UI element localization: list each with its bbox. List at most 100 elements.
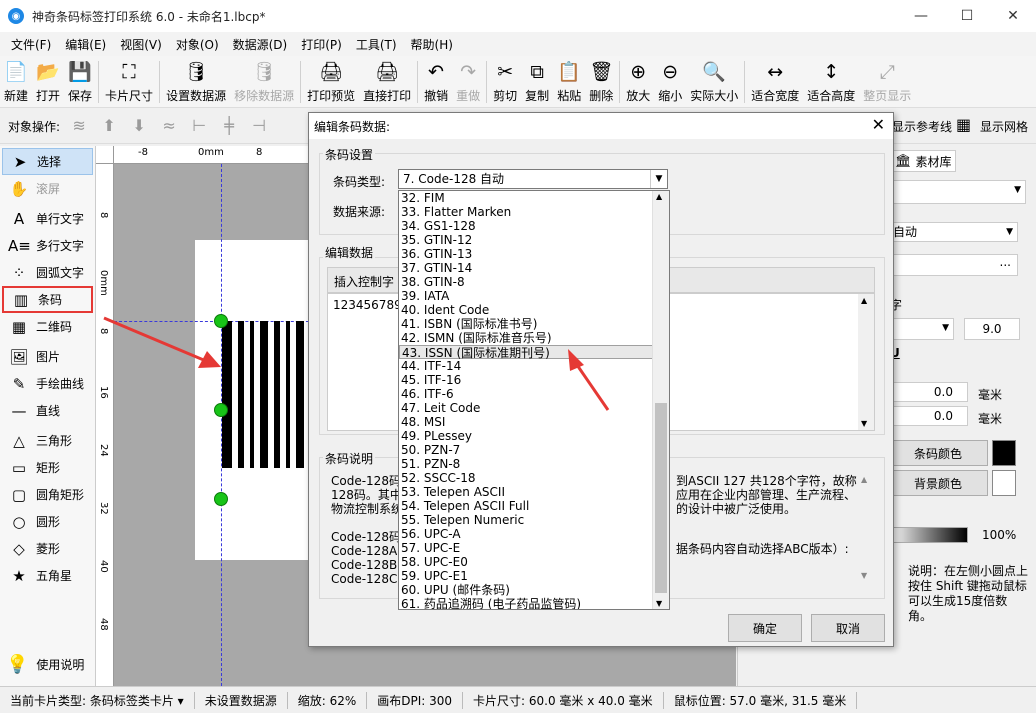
- align-left-icon[interactable]: ⊢: [188, 116, 210, 138]
- menu-item-1[interactable]: 编辑(E): [58, 36, 113, 53]
- barcode-type-option[interactable]: 51. PZN-8: [399, 457, 653, 471]
- desc-scroll-up-icon[interactable]: ▲: [861, 475, 867, 484]
- toolbar-zoom-in-button[interactable]: ⊕ 放大: [622, 56, 654, 108]
- status-item-0[interactable]: 当前卡片类型: 条码标签类卡片 ▾: [0, 691, 195, 709]
- barcode-type-option[interactable]: 34. GS1-128: [399, 219, 653, 233]
- desc-scroll-down-icon[interactable]: ▼: [861, 571, 867, 580]
- barcode-type-option[interactable]: 43. ISSN (国际标准期刊号): [399, 345, 653, 360]
- font-size-input[interactable]: 9.0: [964, 318, 1020, 340]
- tool-multi-line-text[interactable]: A≡ 多行文字: [2, 232, 93, 259]
- menu-item-3[interactable]: 对象(O): [169, 36, 226, 53]
- barcode-type-option[interactable]: 60. UPU (邮件条码): [399, 583, 653, 597]
- cancel-button[interactable]: 取消: [811, 614, 885, 642]
- toolbar-copy-button[interactable]: ⧉ 复制: [521, 56, 553, 108]
- background-color-swatch[interactable]: [992, 470, 1016, 496]
- layer-bottom-icon[interactable]: ⬇: [128, 116, 150, 138]
- menu-item-5[interactable]: 打印(P): [294, 36, 349, 53]
- barcode-mode-select[interactable]: 自动 ▼: [888, 222, 1018, 242]
- barcode-type-dropdown-list[interactable]: 32. FIM 33. Flatter Marken 34. GS1-128 35. …: [398, 190, 670, 610]
- tool-pan[interactable]: ✋ 滚屏: [2, 175, 93, 202]
- offset-y-input[interactable]: 0.0: [888, 406, 968, 426]
- barcode-type-option[interactable]: 38. GTIN-8: [399, 275, 653, 289]
- resize-handle-bottom[interactable]: [214, 492, 228, 506]
- tab-material-library[interactable]: 素材库: [916, 153, 952, 170]
- barcode-type-option[interactable]: 58. UPC-E0: [399, 555, 653, 569]
- background-color-button[interactable]: 背景颜色: [888, 470, 988, 496]
- toolbar-paste-button[interactable]: 📋 粘贴: [553, 56, 585, 108]
- toolbar-remove-database-button[interactable]: 🛢 移除数据源: [230, 56, 298, 108]
- offset-x-input[interactable]: 0.0: [888, 382, 968, 402]
- barcode-type-option[interactable]: 47. Leit Code: [399, 401, 653, 415]
- help-link[interactable]: 使用说明: [36, 656, 84, 673]
- layer-down-icon[interactable]: ≈: [158, 116, 180, 138]
- barcode-type-option[interactable]: 36. GTIN-13: [399, 247, 653, 261]
- minimize-button[interactable]: —: [898, 0, 944, 32]
- font-select[interactable]: ▼: [888, 318, 954, 340]
- tool-image[interactable]: 🖼 图片: [2, 343, 93, 370]
- maximize-button[interactable]: ☐: [944, 0, 990, 32]
- insert-control-button[interactable]: 插入控制字: [334, 273, 394, 290]
- tool-circle[interactable]: ○ 圆形: [2, 508, 93, 535]
- barcode-type-option[interactable]: 49. PLessey: [399, 429, 653, 443]
- menu-item-6[interactable]: 工具(T): [349, 36, 404, 53]
- tool-qrcode[interactable]: ▦ 二维码: [2, 313, 93, 340]
- opacity-slider[interactable]: [888, 527, 968, 543]
- barcode-type-option[interactable]: 52. SSCC-18: [399, 471, 653, 485]
- tool-barcode[interactable]: ▥ 条码: [2, 286, 93, 313]
- toolbar-zoom-out-button[interactable]: ⊖ 缩小: [654, 56, 686, 108]
- toolbar-save-button[interactable]: 💾 保存: [64, 56, 96, 108]
- toolbar-fit-height-button[interactable]: ↕ 适合高度: [803, 56, 859, 108]
- layer-top-icon[interactable]: ⬆: [98, 116, 120, 138]
- dialog-close-button[interactable]: ✕: [872, 115, 885, 134]
- barcode-type-option[interactable]: 57. UPC-E: [399, 541, 653, 555]
- scroll-thumb[interactable]: [655, 403, 667, 593]
- barcode-type-option[interactable]: 37. GTIN-14: [399, 261, 653, 275]
- tool-single-line-text[interactable]: A 单行文字: [2, 205, 93, 232]
- barcode-type-option[interactable]: 59. UPC-E1: [399, 569, 653, 583]
- tool-star[interactable]: ★ 五角星: [2, 562, 93, 589]
- tool-diamond[interactable]: ◇ 菱形: [2, 535, 93, 562]
- barcode-type-option[interactable]: 55. Telepen Numeric: [399, 513, 653, 527]
- toolbar-undo-button[interactable]: ↶ 撤销: [420, 56, 452, 108]
- resize-handle-middle[interactable]: [214, 403, 228, 417]
- close-window-button[interactable]: ✕: [990, 0, 1036, 32]
- toolbar-delete-button[interactable]: 🗑 删除: [585, 56, 617, 108]
- align-right-icon[interactable]: ⊣: [248, 116, 270, 138]
- tool-line[interactable]: — 直线: [2, 397, 93, 424]
- barcode-type-option[interactable]: 39. IATA: [399, 289, 653, 303]
- barcode-type-option[interactable]: 41. ISBN (国际标准书号): [399, 317, 653, 331]
- toolbar-redo-button[interactable]: ↷ 重做: [452, 56, 484, 108]
- barcode-type-option[interactable]: 61. 药品追溯码 (电子药品监管码): [399, 597, 653, 609]
- show-guides-toggle[interactable]: 显示参考线: [892, 118, 952, 135]
- menu-item-4[interactable]: 数据源(D): [226, 36, 295, 53]
- layer-up-icon[interactable]: ≋: [68, 116, 90, 138]
- toolbar-card-size-button[interactable]: ⛶ 卡片尺寸: [101, 56, 157, 108]
- toolbar-fit-width-button[interactable]: ↔ 适合宽度: [747, 56, 803, 108]
- barcode-type-option[interactable]: 46. ITF-6: [399, 387, 653, 401]
- tool-rounded-rect[interactable]: ▢ 圆角矩形: [2, 481, 93, 508]
- barcode-type-option[interactable]: 33. Flatter Marken: [399, 205, 653, 219]
- resize-handle-top[interactable]: [214, 314, 228, 328]
- chevron-down-icon[interactable]: ▼: [650, 170, 667, 188]
- barcode-type-option[interactable]: 42. ISMN (国际标准音乐号): [399, 331, 653, 345]
- barcode-type-option[interactable]: 54. Telepen ASCII Full: [399, 499, 653, 513]
- dropdown-scrollbar[interactable]: ▲ ▼: [652, 191, 669, 609]
- barcode-type-option[interactable]: 32. FIM: [399, 191, 653, 205]
- barcode-color-button[interactable]: 条码颜色: [888, 440, 988, 466]
- barcode-type-option[interactable]: 44. ITF-14: [399, 359, 653, 373]
- barcode-type-option[interactable]: 48. MSI: [399, 415, 653, 429]
- menu-item-2[interactable]: 视图(V): [113, 36, 169, 53]
- toolbar-new-file-button[interactable]: 📄 新建: [0, 56, 32, 108]
- toolbar-actual-size-button[interactable]: 🔍 实际大小: [686, 56, 742, 108]
- scroll-up-icon[interactable]: ▲: [656, 192, 662, 201]
- barcode-type-option[interactable]: 40. Ident Code: [399, 303, 653, 317]
- property-dropdown-1[interactable]: ▼: [888, 180, 1026, 204]
- toolbar-fit-page-button[interactable]: ⤢ 整页显示: [859, 56, 915, 108]
- tool-arc-text[interactable]: ⁘ 圆弧文字: [2, 259, 93, 286]
- show-grid-toggle[interactable]: 显示网格: [980, 118, 1028, 135]
- barcode-color-swatch[interactable]: [992, 440, 1016, 466]
- tool-freehand[interactable]: ✎ 手绘曲线: [2, 370, 93, 397]
- barcode-type-select[interactable]: 7. Code-128 自动 ▼: [398, 169, 668, 189]
- tool-select[interactable]: ➤ 选择: [2, 148, 93, 175]
- menu-item-0[interactable]: 文件(F): [4, 36, 58, 53]
